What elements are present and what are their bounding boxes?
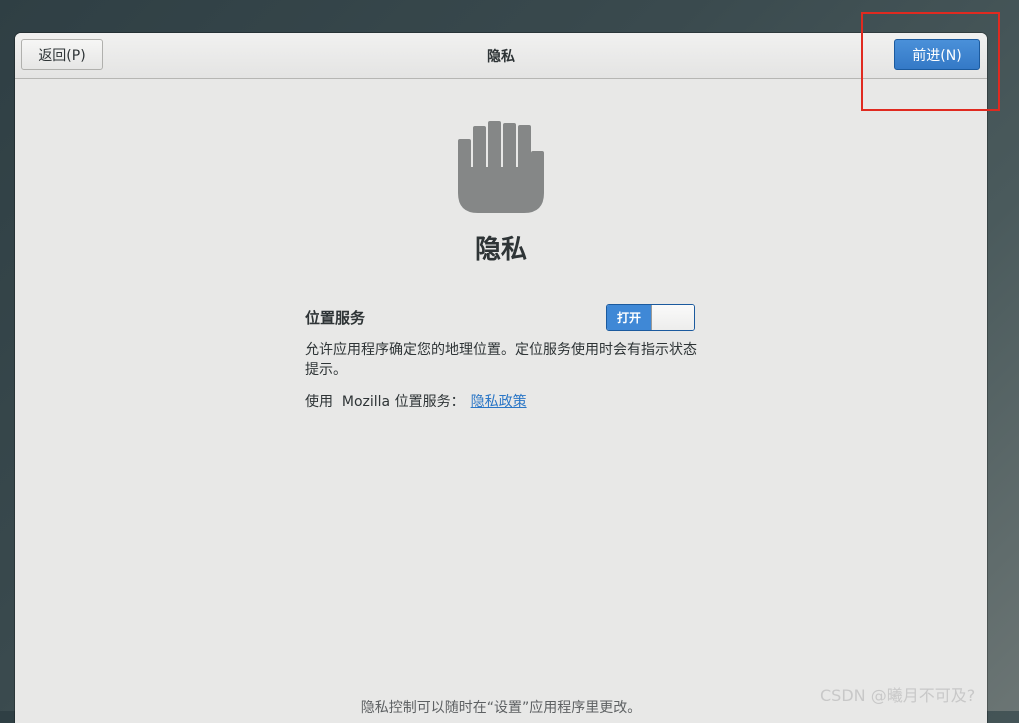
- next-button-highlight: [861, 12, 1000, 111]
- location-service-toggle[interactable]: 打开: [606, 304, 695, 331]
- privacy-policy-link[interactable]: 隐私政策: [471, 394, 527, 410]
- watermark: CSDN @曦月不可及?: [820, 686, 976, 705]
- header-bar: 返回(P) 隐私 前进(N): [15, 33, 987, 79]
- hand-stop-icon: [458, 121, 544, 213]
- page-title: 隐私: [474, 235, 527, 265]
- header-title: 隐私: [487, 48, 515, 65]
- toggle-on-label: 打开: [607, 305, 651, 330]
- location-service-label: 位置服务: [305, 309, 366, 327]
- toggle-knob[interactable]: [651, 305, 694, 330]
- location-service-description: 允许应用程序确定您的地理位置。定位服务使用时会有指示状态提示。: [305, 342, 697, 378]
- back-button[interactable]: 返回(P): [21, 39, 103, 70]
- uses-prefix: 使用 Mozilla 位置服务：: [305, 394, 465, 410]
- mozilla-location-line: 使用 Mozilla 位置服务： 隐私政策: [305, 391, 527, 411]
- setup-window: 返回(P) 隐私 前进(N) 隐私 位置服务 打开 允许应用程序确定您的地理位置…: [15, 33, 987, 723]
